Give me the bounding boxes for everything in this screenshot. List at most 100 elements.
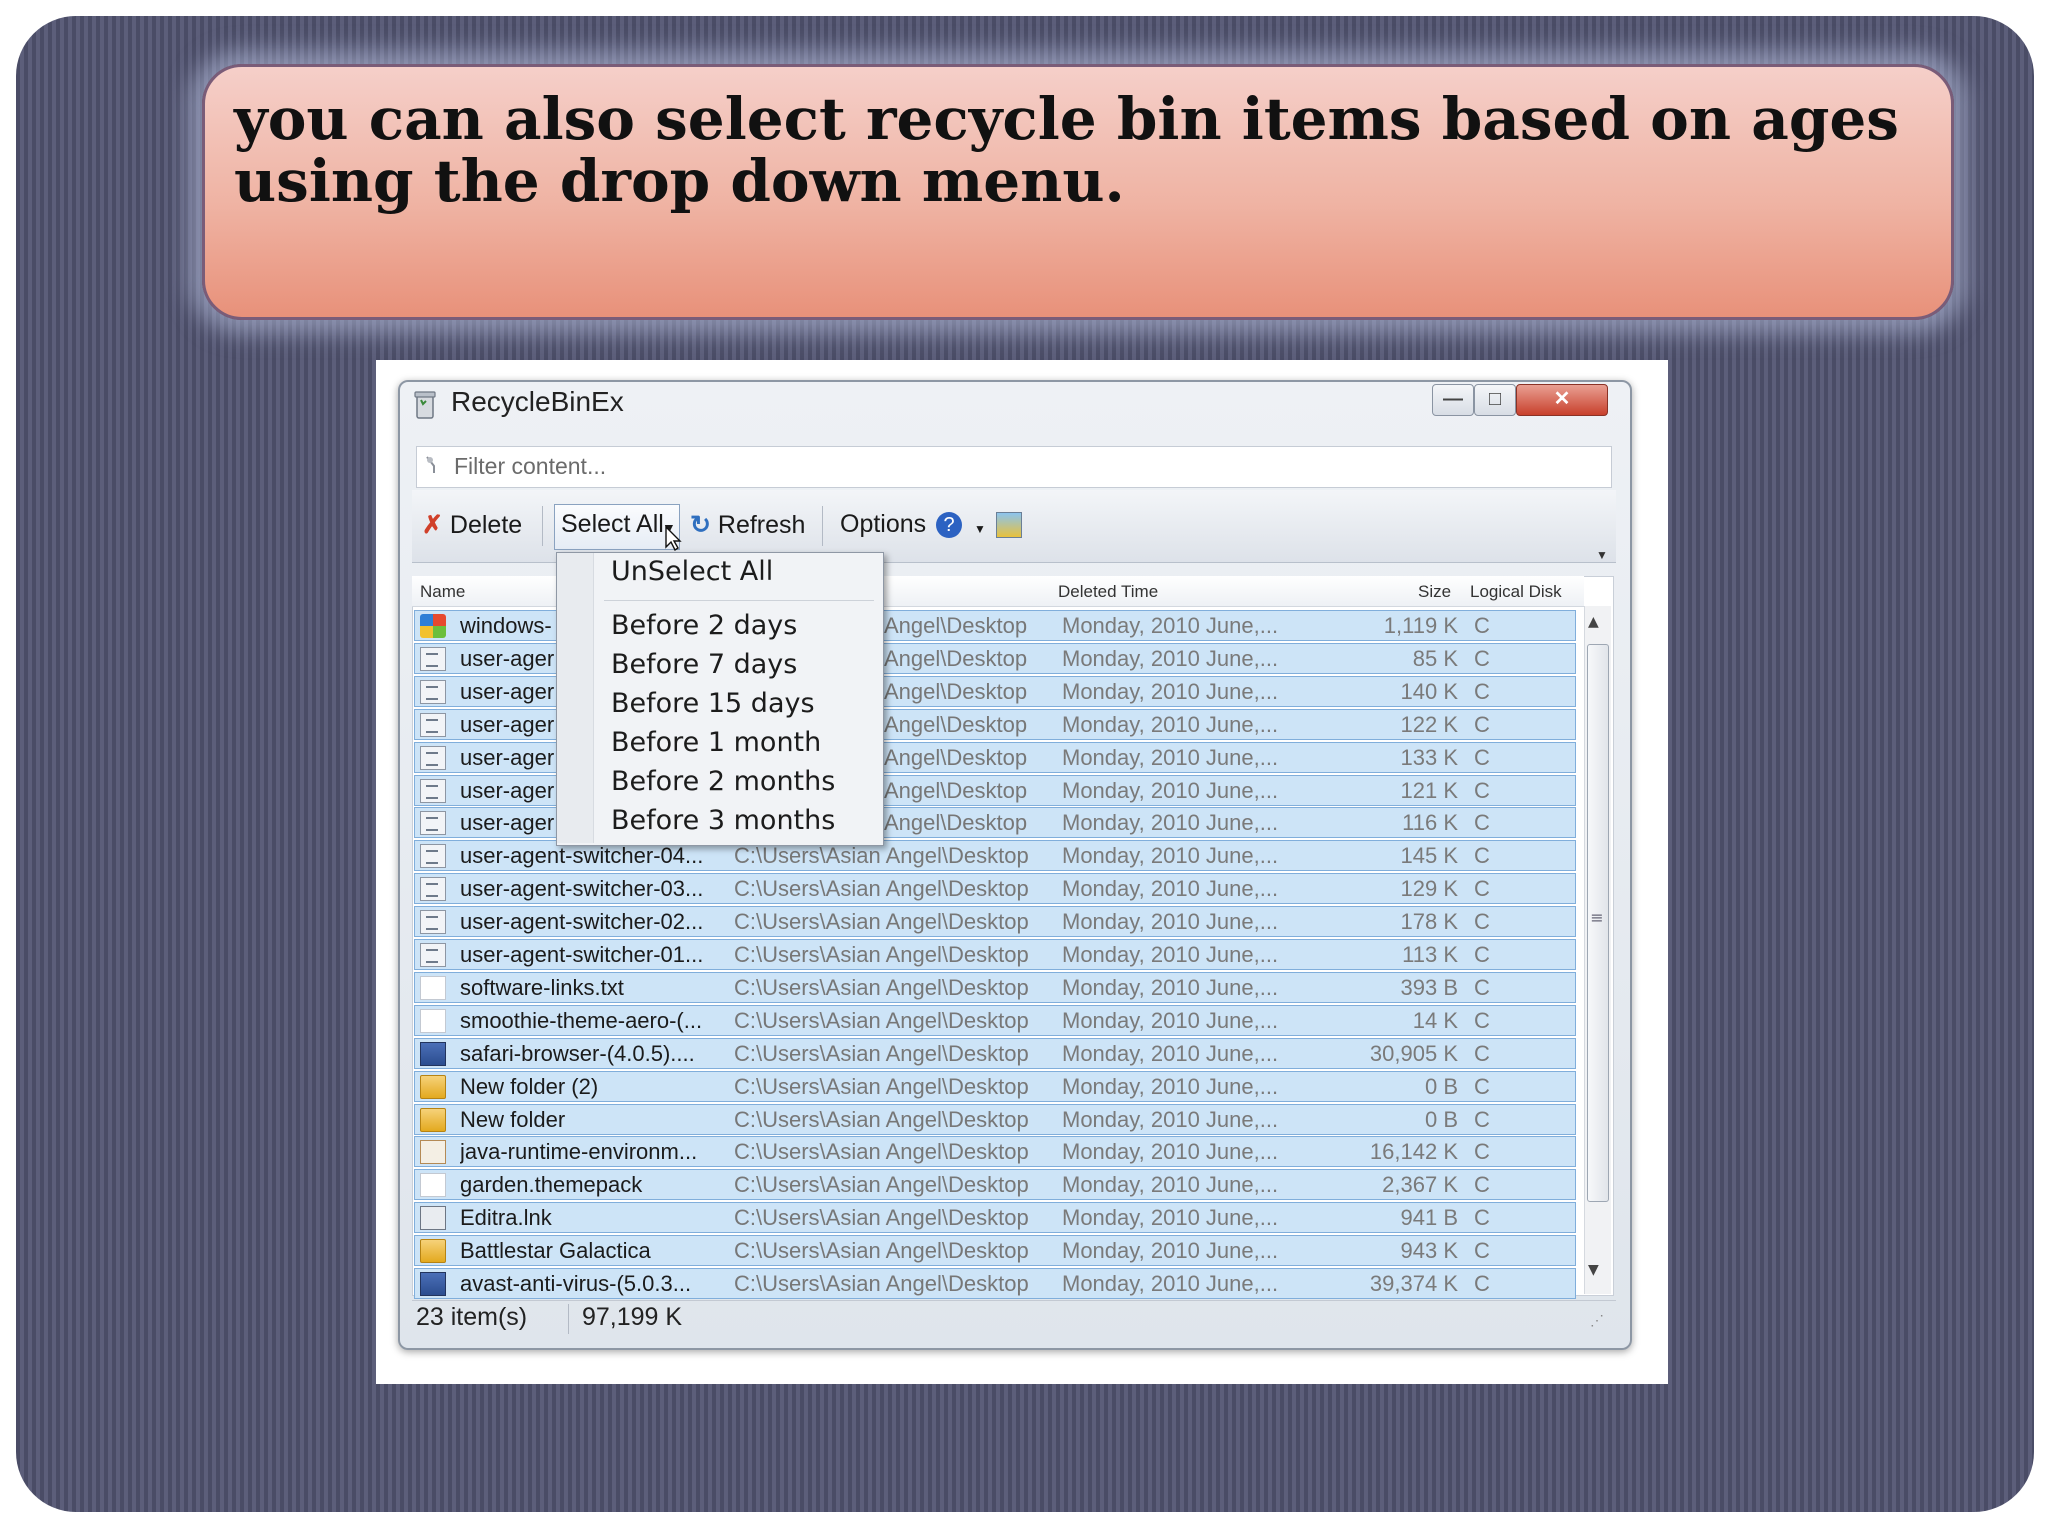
help-icon[interactable]: ? [936, 512, 962, 538]
file-size: 14 K [1412, 1008, 1458, 1033]
file-size: 113 K [1402, 942, 1458, 967]
menu-item-before-3-months[interactable]: Before 3 months [611, 805, 835, 836]
scroll-down-icon[interactable]: ▼ [1588, 1262, 1599, 1278]
file-path: C:\Users\Asian Angel\Desktop [734, 1238, 1029, 1263]
file-name: smoothie-theme-aero-(... [460, 1008, 703, 1033]
column-header-logical-disk[interactable]: Logical Disk [1470, 582, 1562, 602]
file-path: C:\Users\Asian Angel\Desktop [734, 909, 1029, 934]
logical-disk: C [1474, 1238, 1490, 1263]
status-separator [568, 1304, 569, 1334]
file-path: C:\Users\Asian Angel\Desktop [734, 1172, 1029, 1197]
file-size: 178 K [1400, 909, 1459, 934]
deleted-time: Monday, 2010 June,... [1062, 1074, 1279, 1099]
windows-icon [420, 614, 446, 638]
deleted-time: Monday, 2010 June,... [1062, 909, 1279, 934]
deleted-time: Monday, 2010 June,... [1062, 1205, 1279, 1230]
file-path: C:\Users\Asian Angel\Desktop [734, 1205, 1029, 1230]
menu-item-before-2-days[interactable]: Before 2 days [611, 610, 797, 641]
file-name: user-agent-switcher-01... [460, 942, 704, 967]
logical-disk: C [1474, 909, 1490, 934]
menu-item-unselect-all[interactable]: UnSelect All [611, 556, 773, 587]
column-header-deleted-time[interactable]: Deleted Time [1058, 582, 1158, 602]
document-icon [420, 647, 446, 671]
file-path: C:\Users\Asian Angel\Desktop [734, 1107, 1029, 1132]
status-item-count: 23 item(s) [416, 1303, 528, 1331]
logical-disk: C [1474, 646, 1490, 671]
deleted-time: Monday, 2010 June,... [1062, 679, 1279, 704]
menu-item-before-1-month[interactable]: Before 1 month [611, 727, 821, 758]
deleted-time: Monday, 2010 June,... [1062, 942, 1279, 967]
file-size: 2,367 K [1382, 1172, 1458, 1197]
file-size: 129 K [1400, 876, 1459, 901]
file-size: 941 B [1400, 1205, 1459, 1230]
deleted-time: Monday, 2010 June,... [1062, 1172, 1279, 1197]
status-total-size: 97,199 K [582, 1303, 683, 1331]
folder-icon [420, 1108, 446, 1132]
logical-disk: C [1474, 942, 1490, 967]
file-name: user-agent-switcher-03... [460, 876, 704, 901]
themepack-icon [420, 1173, 446, 1197]
text-file-icon [420, 1009, 446, 1033]
file-size: 140 K [1400, 679, 1459, 704]
maximize-button[interactable]: □ [1474, 384, 1516, 416]
file-size: 393 B [1400, 975, 1459, 1000]
document-icon [420, 844, 446, 868]
scroll-up-icon[interactable]: ▲ [1588, 614, 1599, 630]
about-icon[interactable] [996, 512, 1022, 538]
close-button[interactable]: ✕ [1516, 384, 1608, 416]
file-size: 39,374 K [1369, 1271, 1458, 1296]
deleted-time: Monday, 2010 June,... [1062, 876, 1279, 901]
application-icon [420, 1272, 446, 1296]
refresh-button[interactable]: ↻ Refresh [690, 510, 805, 540]
file-size: 1,119 K [1383, 613, 1458, 638]
logical-disk: C [1474, 613, 1490, 638]
logical-disk: C [1474, 1008, 1490, 1033]
menu-item-before-15-days[interactable]: Before 15 days [611, 688, 815, 719]
help-dropdown-arrow[interactable]: ▼ [974, 522, 986, 536]
deleted-time: Monday, 2010 June,... [1062, 646, 1279, 671]
scrollbar-grip-icon: ≡ [1590, 908, 1604, 927]
installer-icon [420, 1042, 446, 1066]
toolbar-overflow-arrow[interactable]: ▼ [1596, 548, 1608, 562]
options-button[interactable]: Options [840, 510, 926, 539]
deleted-time: Monday, 2010 June,... [1062, 1041, 1279, 1066]
file-size: 85 K [1412, 646, 1458, 671]
document-icon [420, 746, 446, 770]
select-all-button[interactable]: Select All [561, 510, 664, 539]
file-path: C:\Users\Asian Angel\Desktop [734, 1008, 1029, 1033]
menu-item-before-7-days[interactable]: Before 7 days [611, 649, 797, 680]
options-label: Options [840, 510, 927, 538]
deleted-time: Monday, 2010 June,... [1062, 778, 1279, 803]
folder-icon [420, 1075, 446, 1099]
document-icon [420, 811, 446, 835]
column-header-name[interactable]: Name [420, 582, 465, 602]
refresh-icon: ↻ [690, 511, 711, 539]
deleted-time: Monday, 2010 June,... [1062, 1271, 1279, 1296]
file-name: Battlestar Galactica [460, 1238, 651, 1263]
mouse-cursor-icon [665, 526, 682, 552]
document-icon [420, 680, 446, 704]
logical-disk: C [1474, 975, 1490, 1000]
deleted-time: Monday, 2010 June,... [1062, 613, 1279, 638]
menu-icon-strip [557, 553, 594, 843]
logical-disk: C [1474, 679, 1490, 704]
delete-button[interactable]: ✗ Delete [422, 510, 522, 540]
logical-disk: C [1474, 1074, 1490, 1099]
close-icon: ✕ [1553, 388, 1571, 410]
deleted-time: Monday, 2010 June,... [1062, 712, 1279, 737]
file-size: 0 B [1424, 1107, 1458, 1132]
file-name: user-agent-switcher-02... [460, 909, 704, 934]
filter-input[interactable] [454, 448, 1594, 484]
filter-icon [426, 456, 435, 473]
file-path: C:\Users\Asian Angel\Desktop [734, 1139, 1029, 1164]
resize-grip-icon[interactable]: ⋰ [1590, 1312, 1604, 1329]
column-header-size[interactable]: Size [1418, 582, 1451, 602]
window-title: RecycleBinEx [451, 386, 624, 417]
logical-disk: C [1474, 1107, 1490, 1132]
logical-disk: C [1474, 712, 1490, 737]
folder-icon [420, 1239, 446, 1263]
menu-item-before-2-months[interactable]: Before 2 months [611, 766, 835, 797]
minimize-button[interactable]: — [1432, 384, 1474, 416]
maximize-icon: □ [1488, 388, 1502, 410]
select-all-label: Select All [561, 510, 664, 538]
